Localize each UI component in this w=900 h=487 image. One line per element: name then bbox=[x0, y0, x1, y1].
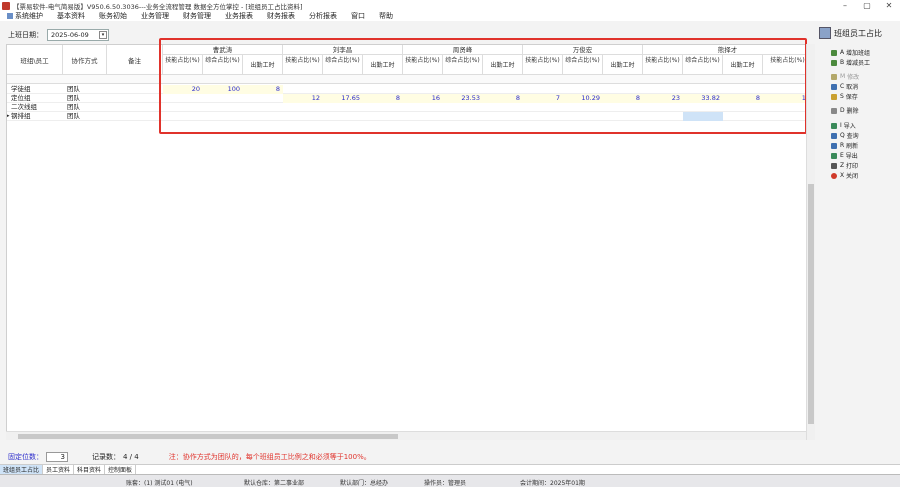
date-picker[interactable]: 2025-06-09 ▾ bbox=[47, 29, 109, 41]
date-label: 上班日期： bbox=[8, 31, 43, 39]
action-panel: 班组员工占比 A 增加班组 B 增减员工 M 修改 C 取消 S 保存 D 删除… bbox=[815, 21, 900, 461]
menu-business-report[interactable]: 业务报表 bbox=[218, 11, 260, 21]
info-bar: 账套：(1) 测试01 (电气) 默认仓库：第二事业部 默认部门：总经办 操作员… bbox=[0, 474, 900, 487]
save-button[interactable]: S 保存 bbox=[831, 92, 858, 101]
note-text: 注：协作方式为团队的，每个班组员工比例之和必须等于100%。 bbox=[168, 453, 371, 461]
close-icon bbox=[831, 172, 837, 179]
decimal-spinner[interactable]: 3 bbox=[46, 452, 68, 462]
tab-subject[interactable]: 科目资料 bbox=[74, 465, 106, 474]
horizontal-scrollbar[interactable] bbox=[6, 431, 806, 440]
period-info: 会计期间：2025年01期 bbox=[520, 480, 585, 487]
record-count: 4 / 4 bbox=[123, 453, 139, 461]
bottom-bar: 固定位数： 3 记录数： 4 / 4 注：协作方式为团队的，每个班组员工比例之和… bbox=[0, 450, 815, 464]
decimal-label: 固定位数： bbox=[8, 453, 43, 461]
menu-window[interactable]: 窗口 bbox=[344, 11, 372, 21]
cell-group[interactable]: 定位组 bbox=[11, 94, 63, 103]
date-value: 2025-06-09 bbox=[51, 31, 89, 39]
cell-mode[interactable]: 团队 bbox=[67, 112, 107, 121]
add-group-button[interactable]: A 增加班组 bbox=[831, 48, 870, 57]
vertical-scroll-thumb[interactable] bbox=[808, 184, 814, 424]
refresh-button[interactable]: R 刷新 bbox=[831, 141, 858, 150]
printer-icon bbox=[831, 162, 837, 169]
menu-init[interactable]: 账务初始 bbox=[92, 11, 134, 21]
undo-icon bbox=[831, 83, 837, 90]
export-icon bbox=[831, 152, 837, 159]
modify-button[interactable]: M 修改 bbox=[831, 72, 859, 81]
cancel-button[interactable]: C 取消 bbox=[831, 82, 858, 91]
cell-mode[interactable]: 团队 bbox=[67, 103, 107, 112]
warehouse-info: 默认仓库：第二事业部 bbox=[244, 480, 305, 487]
title-bar: 【票易软件-电气简易版】V950.6.50.3036---业务全流程管理 数据全… bbox=[0, 0, 900, 11]
highlight-box bbox=[159, 38, 807, 134]
delete-icon bbox=[831, 107, 837, 114]
minimize-button[interactable]: – bbox=[834, 0, 856, 11]
export-button[interactable]: E 导出 bbox=[831, 151, 858, 160]
record-label: 记录数： bbox=[92, 453, 120, 461]
cell-group[interactable]: 学徒组 bbox=[11, 85, 63, 94]
menu-basic[interactable]: 基本资料 bbox=[50, 11, 92, 21]
system-icon bbox=[7, 13, 13, 19]
import-button[interactable]: I 导入 bbox=[831, 121, 856, 130]
team-ratio-icon bbox=[819, 27, 831, 39]
app-icon bbox=[2, 1, 10, 10]
window-title: 【票易软件-电气简易版】V950.6.50.3036---业务全流程管理 数据全… bbox=[13, 2, 303, 11]
search-icon bbox=[831, 132, 837, 139]
import-icon bbox=[831, 122, 837, 129]
vertical-scrollbar[interactable] bbox=[806, 44, 815, 440]
maximize-button[interactable]: ▢ bbox=[856, 0, 878, 11]
refresh-icon bbox=[831, 142, 837, 149]
col-header-group[interactable]: 班组\员工 bbox=[7, 45, 63, 75]
menu-business[interactable]: 业务管理 bbox=[134, 11, 176, 21]
save-icon bbox=[831, 93, 837, 100]
account-info: 账套：(1) 测试01 (电气) bbox=[126, 480, 193, 487]
panel-title: 班组员工占比 bbox=[819, 27, 882, 39]
col-header-mode[interactable]: 协作方式 bbox=[63, 45, 107, 75]
dept-info: 默认部门：总经办 bbox=[340, 480, 389, 487]
tab-team-ratio[interactable]: 班组员工占比 bbox=[0, 465, 44, 474]
delete-button[interactable]: D 删除 bbox=[831, 106, 859, 115]
horizontal-scroll-thumb[interactable] bbox=[18, 434, 398, 439]
operator-info: 操作员：管理员 bbox=[424, 480, 467, 487]
menu-help[interactable]: 帮助 bbox=[372, 11, 400, 21]
add-group-icon bbox=[831, 49, 837, 56]
close-window-button[interactable]: ✕ bbox=[878, 0, 900, 11]
cell-mode[interactable]: 团队 bbox=[67, 85, 107, 94]
menu-system[interactable]: 系统维护 bbox=[0, 11, 50, 21]
edit-staff-button[interactable]: B 增减员工 bbox=[831, 58, 870, 67]
col-header-remark[interactable]: 备注 bbox=[107, 45, 163, 75]
edit-icon bbox=[831, 73, 837, 80]
print-button[interactable]: Z 打印 bbox=[831, 161, 858, 170]
close-button[interactable]: X 关闭 bbox=[831, 171, 858, 180]
tab-staff[interactable]: 员工资料 bbox=[43, 465, 75, 474]
menu-finance-report[interactable]: 财务报表 bbox=[260, 11, 302, 21]
cell-group[interactable]: 二次线组 bbox=[11, 103, 63, 112]
cell-group[interactable]: 钢排组 bbox=[11, 112, 63, 121]
menu-bar: 系统维护 基本资料 账务初始 业务管理 财务管理 业务报表 财务报表 分析报表 … bbox=[0, 11, 900, 21]
menu-analysis[interactable]: 分析报表 bbox=[302, 11, 344, 21]
query-button[interactable]: Q 查询 bbox=[831, 131, 859, 140]
tab-control-panel[interactable]: 控制面板 bbox=[105, 465, 137, 474]
cell-mode[interactable]: 团队 bbox=[67, 94, 107, 103]
menu-finance[interactable]: 财务管理 bbox=[176, 11, 218, 21]
window-controls: – ▢ ✕ bbox=[834, 0, 900, 11]
calendar-icon[interactable]: ▾ bbox=[99, 31, 107, 39]
tab-strip: 班组员工占比 员工资料 科目资料 控制面板 bbox=[0, 464, 900, 474]
staff-icon bbox=[831, 59, 837, 66]
